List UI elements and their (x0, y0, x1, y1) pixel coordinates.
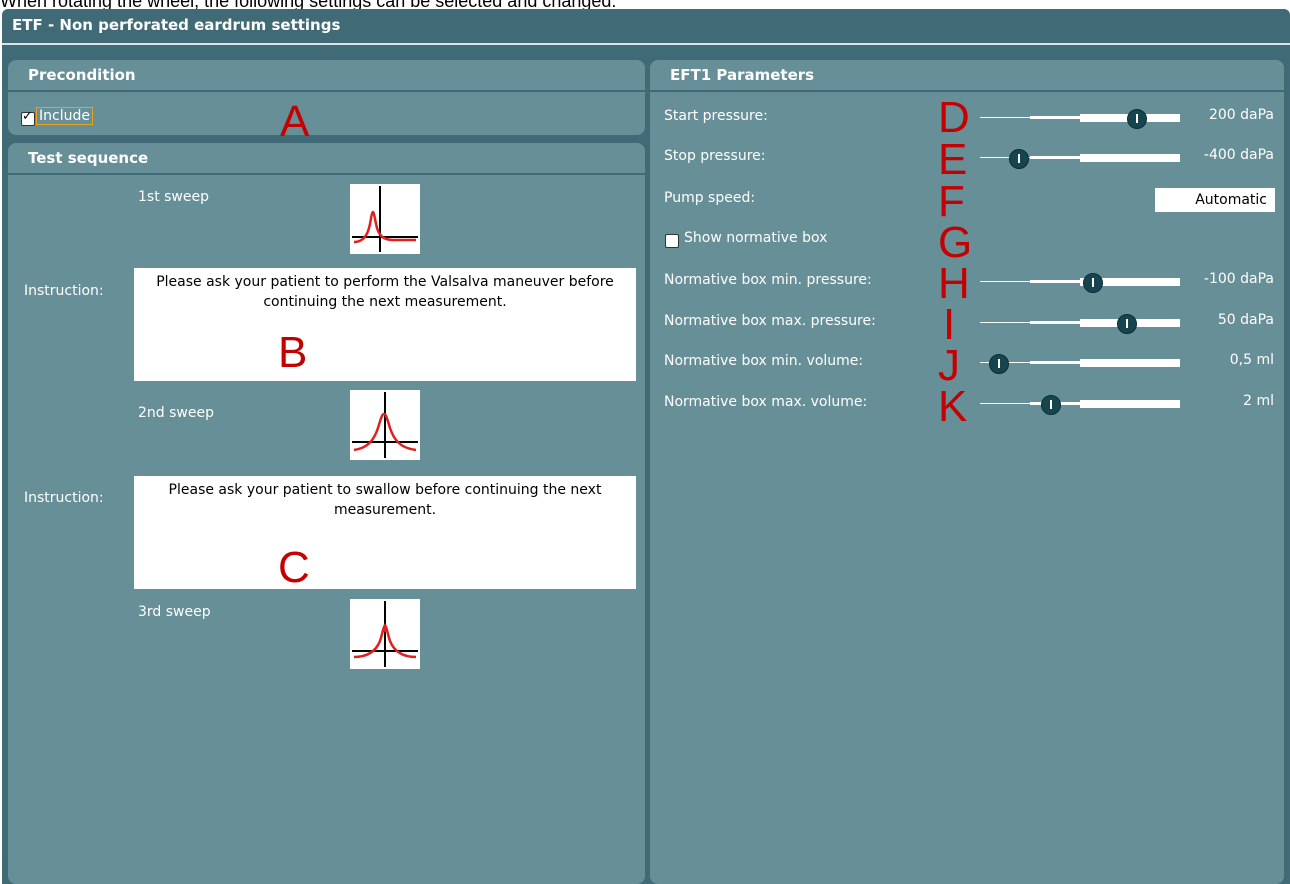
norm-max-volume-thumb[interactable] (1041, 395, 1061, 415)
marker-c: C (278, 543, 310, 592)
precondition-panel: Precondition Include A (8, 60, 645, 144)
sweep3-curve-icon[interactable] (350, 599, 420, 669)
marker-g: G (938, 218, 973, 267)
sweep2-curve-icon[interactable] (350, 390, 420, 460)
sweep2-label: 2nd sweep (138, 405, 214, 421)
stop-pressure-label: Stop pressure: (664, 148, 766, 164)
include-label[interactable]: Include (36, 107, 93, 125)
start-pressure-label: Start pressure: (664, 108, 768, 124)
instruction2-box[interactable]: Please ask your patient to swallow befor… (134, 476, 636, 592)
instruction2-label: Instruction: (24, 490, 104, 506)
norm-min-pressure-thumb[interactable] (1083, 273, 1103, 293)
precondition-header: Precondition (8, 60, 645, 92)
stop-pressure-value: -400 daPa (1203, 147, 1274, 163)
pump-speed-label: Pump speed: (664, 190, 756, 206)
show-normative-label[interactable]: Show normative box (684, 230, 827, 246)
instruction1-text: Please ask your patient to perform the V… (156, 274, 614, 310)
show-normative-checkbox[interactable] (665, 234, 679, 248)
norm-min-volume-label: Normative box min. volume: (664, 353, 864, 369)
parameters-title: EFT1 Parameters (670, 66, 815, 84)
marker-d: D (938, 93, 970, 142)
norm-min-pressure-value: -100 daPa (1203, 271, 1274, 287)
test-sequence-panel: Test sequence 1st sweep Instruction: Ple… (8, 143, 645, 884)
norm-min-volume-value: 0,5 ml (1229, 352, 1274, 368)
sweep3-label: 3rd sweep (138, 604, 211, 620)
instruction2-text: Please ask your patient to swallow befor… (168, 482, 602, 518)
sweep1-curve-icon[interactable] (350, 184, 420, 254)
marker-a: A (280, 97, 310, 146)
parameters-panel: EFT1 Parameters Start pressure: D 200 da… (650, 60, 1284, 884)
marker-b: B (278, 328, 308, 377)
marker-i: I (943, 300, 956, 349)
norm-min-pressure-label: Normative box min. pressure: (664, 272, 872, 288)
settings-window: ETF - Non perforated eardrum settings Pr… (2, 9, 1290, 884)
norm-max-pressure-value: 50 daPa (1217, 312, 1274, 328)
norm-max-volume-slider[interactable] (980, 394, 1180, 415)
include-checkbox[interactable] (21, 109, 35, 126)
stop-pressure-thumb[interactable] (1009, 149, 1029, 169)
start-pressure-slider[interactable] (980, 108, 1180, 129)
norm-min-volume-slider[interactable] (980, 353, 1180, 374)
norm-max-pressure-thumb[interactable] (1117, 314, 1137, 334)
norm-max-pressure-label: Normative box max. pressure: (664, 313, 876, 329)
sweep1-label: 1st sweep (138, 189, 209, 205)
test-sequence-title: Test sequence (28, 149, 149, 167)
marker-f: F (938, 177, 965, 226)
test-sequence-header: Test sequence (8, 143, 645, 175)
marker-j: J (938, 341, 960, 390)
stop-pressure-slider[interactable] (980, 148, 1180, 169)
window-titlebar: ETF - Non perforated eardrum settings (2, 9, 1290, 45)
norm-min-pressure-slider[interactable] (980, 272, 1180, 293)
instruction1-box[interactable]: Please ask your patient to perform the V… (134, 268, 636, 381)
precondition-title: Precondition (28, 66, 136, 84)
norm-max-volume-value: 2 ml (1243, 393, 1274, 409)
parameters-header: EFT1 Parameters (650, 60, 1284, 92)
pump-speed-dropdown[interactable]: Automatic (1155, 188, 1275, 212)
norm-min-volume-thumb[interactable] (989, 354, 1009, 374)
marker-k: K (938, 382, 968, 431)
start-pressure-value: 200 daPa (1208, 107, 1274, 123)
norm-max-volume-label: Normative box max. volume: (664, 394, 868, 410)
marker-h: H (938, 259, 970, 308)
window-title: ETF - Non perforated eardrum settings (12, 16, 341, 34)
instruction1-label: Instruction: (24, 283, 104, 299)
marker-e: E (938, 135, 968, 184)
norm-max-pressure-slider[interactable] (980, 313, 1180, 334)
start-pressure-thumb[interactable] (1127, 109, 1147, 129)
